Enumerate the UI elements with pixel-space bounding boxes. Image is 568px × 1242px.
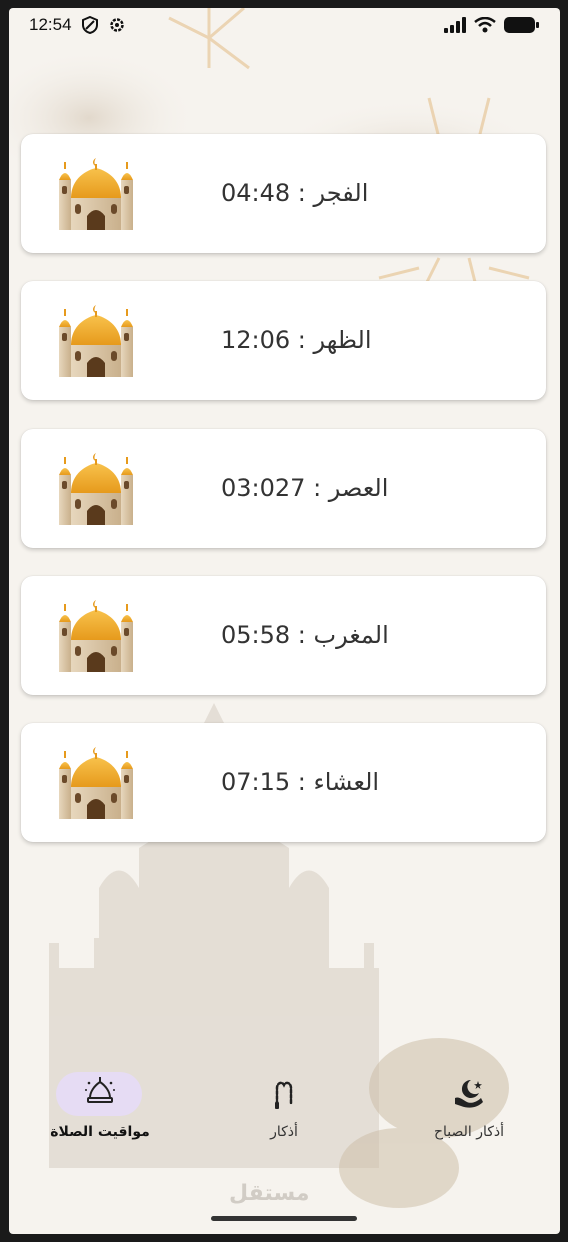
home-indicator[interactable] — [211, 1216, 357, 1221]
prayer-card: الظهر : 12:06 — [21, 281, 546, 400]
wifi-icon — [474, 17, 496, 33]
shield-icon — [81, 16, 98, 34]
prayer-card: العصر : 03:027 — [21, 429, 546, 548]
prayer-time-label: العشاء : 07:15 — [221, 768, 380, 796]
mosque-icon — [59, 158, 133, 230]
cell-signal-icon — [444, 17, 466, 33]
prayer-card: العشاء : 07:15 — [21, 723, 546, 842]
nav-label-morning-azkar: أذكار الصباح — [433, 1124, 505, 1140]
prayer-card: المغرب : 05:58 — [21, 576, 546, 695]
prayer-time-label: العصر : 03:027 — [221, 474, 389, 502]
status-right — [444, 16, 540, 34]
mosque-icon — [59, 305, 133, 377]
moon-hands-icon — [455, 1079, 483, 1108]
nav-label-azkar: أذكار — [270, 1124, 298, 1140]
mosque-icon — [59, 453, 133, 525]
bottom-navigation: مواقيت الصلاة أذكار أذكار الصباح — [9, 1064, 560, 1154]
mosque-icon — [59, 600, 133, 672]
status-left: 12:54 — [29, 15, 126, 35]
battery-icon — [504, 17, 539, 33]
nav-label-prayer-times: مواقيت الصلاة — [50, 1124, 150, 1140]
settings-gear-icon — [109, 18, 124, 32]
mosque-dome-icon — [85, 1077, 115, 1103]
nav-item-prayer-times[interactable]: مواقيت الصلاة — [30, 1064, 170, 1154]
prayer-time-label: المغرب : 05:58 — [221, 621, 389, 649]
prayer-card: الفجر : 04:48 — [21, 134, 546, 253]
watermark-logo: مستقل — [229, 1181, 310, 1206]
status-time: 12:54 — [29, 15, 72, 34]
prayer-time-label: الظهر : 12:06 — [221, 326, 372, 354]
nav-item-morning-azkar[interactable]: أذكار الصباح — [399, 1064, 539, 1154]
status-bar: 12:54 — [9, 8, 560, 42]
mosque-icon — [59, 747, 133, 819]
app-screen: 12:54 الفجر: 04:48 الظهر: 12:06 العصر … — [9, 8, 560, 1234]
prayer-beads-icon — [275, 1081, 293, 1109]
nav-item-azkar[interactable]: أذكار — [214, 1064, 354, 1154]
prayer-time-label: الفجر : 04:48 — [221, 179, 369, 207]
